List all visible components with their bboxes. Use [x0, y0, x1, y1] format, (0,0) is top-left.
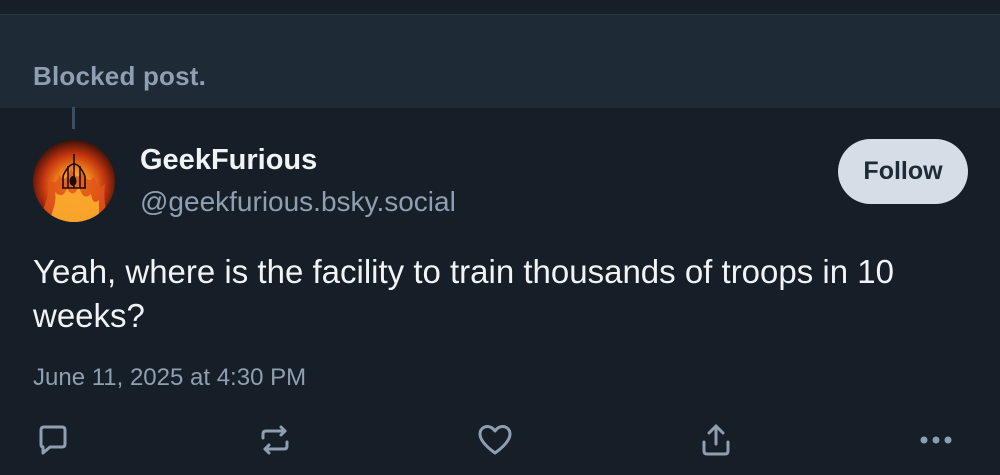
top-strip	[0, 0, 1000, 14]
author-display-name[interactable]: GeekFurious	[140, 144, 317, 177]
like-button[interactable]	[473, 418, 517, 462]
post-thread-view: Blocked post. GeekFurious @geekfurious.b…	[0, 0, 1000, 475]
repost-icon	[261, 425, 289, 455]
like-icon	[478, 425, 512, 455]
reply-icon	[39, 425, 67, 455]
post-body-text: Yeah, where is the facility to train tho…	[33, 253, 894, 334]
share-button[interactable]	[694, 418, 738, 462]
post-timestamp: June 11, 2025 at 4:30 PM	[33, 364, 307, 391]
repost-button[interactable]	[253, 418, 297, 462]
share-icon	[702, 424, 730, 456]
blocked-post-label: Blocked post.	[33, 61, 207, 91]
follow-button[interactable]: Follow	[838, 139, 968, 204]
reply-button[interactable]	[31, 418, 75, 462]
author-avatar[interactable]	[33, 140, 115, 222]
more-options-button[interactable]	[914, 418, 958, 462]
blocked-post-banner: Blocked post.	[0, 14, 1000, 108]
thread-connector-line	[72, 107, 75, 129]
more-icon	[920, 436, 952, 444]
author-handle[interactable]: @geekfurious.bsky.social	[140, 186, 456, 218]
flaming-birdcage-avatar-icon	[33, 140, 115, 222]
